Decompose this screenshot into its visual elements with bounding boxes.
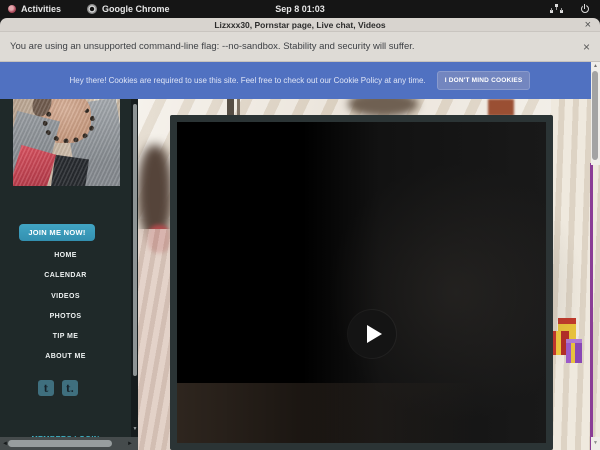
- clock[interactable]: Sep 8 01:03: [0, 4, 600, 14]
- cookie-message: Hey there! Cookies are required to use t…: [70, 76, 426, 85]
- screen: Activities Google Chrome Sep 8 01:03 Liz…: [0, 0, 600, 450]
- infobar-close-icon[interactable]: ×: [583, 40, 590, 54]
- system-tray: [550, 0, 590, 18]
- sidebar: JOIN ME NOW! HOME CALENDAR VIDEOS PHOTOS…: [0, 99, 131, 437]
- scroll-down-icon[interactable]: ▼: [591, 437, 600, 450]
- cookie-accept-button[interactable]: I DON'T MIND COOKIES: [437, 71, 531, 90]
- play-icon: [367, 325, 382, 343]
- sidebar-item-calendar[interactable]: CALENDAR: [0, 272, 131, 279]
- video-frame-warm: [177, 383, 477, 443]
- background-wall: [138, 229, 174, 450]
- background-pole: [237, 99, 240, 116]
- window-title-bar[interactable]: Lizxxx30, Pornstar page, Live chat, Vide…: [0, 18, 600, 31]
- page-scrollbar-thumb[interactable]: [592, 71, 598, 160]
- cookie-banner: Hey there! Cookies are required to use t…: [0, 62, 600, 99]
- horizontal-scrollbar-thumb[interactable]: [8, 440, 112, 447]
- twitter-icon[interactable]: t: [38, 380, 54, 396]
- page-vertical-scrollbar[interactable]: ▲: [591, 62, 600, 165]
- close-tab-icon[interactable]: ×: [585, 18, 591, 31]
- photo-texture: [13, 99, 120, 186]
- infobar: You are using an unsupported command-lin…: [0, 31, 600, 62]
- desktop-top-bar: Activities Google Chrome Sep 8 01:03: [0, 0, 600, 18]
- sidebar-item-photos[interactable]: PHOTOS: [0, 313, 131, 320]
- infobar-message: You are using an unsupported command-lin…: [10, 41, 415, 52]
- profile-photo: [13, 99, 120, 186]
- background-door-frame: [488, 99, 514, 116]
- video-player: [170, 115, 553, 450]
- sidebar-scrollbar-thumb[interactable]: [133, 104, 137, 376]
- twitter-icon[interactable]: t.: [62, 380, 78, 396]
- sidebar-item-home[interactable]: HOME: [0, 252, 131, 259]
- sidebar-item-videos[interactable]: VIDEOS: [0, 293, 131, 300]
- sidebar-item-about-me[interactable]: ABOUT ME: [0, 353, 131, 360]
- power-icon[interactable]: [579, 4, 590, 15]
- scroll-up-icon[interactable]: ▲: [591, 63, 600, 69]
- sidebar-item-tip-me[interactable]: TIP ME: [0, 333, 131, 340]
- join-me-now-button[interactable]: JOIN ME NOW!: [19, 224, 95, 241]
- main-content: [138, 99, 600, 450]
- network-icon[interactable]: [550, 4, 563, 14]
- sidebar-horizontal-scrollbar[interactable]: ◄ ►: [0, 437, 139, 450]
- scroll-right-icon[interactable]: ►: [125, 441, 135, 447]
- page-border-accent: [590, 163, 593, 450]
- play-button[interactable]: [348, 310, 396, 358]
- window-title: Lizxxx30, Pornstar page, Live chat, Vide…: [214, 20, 385, 30]
